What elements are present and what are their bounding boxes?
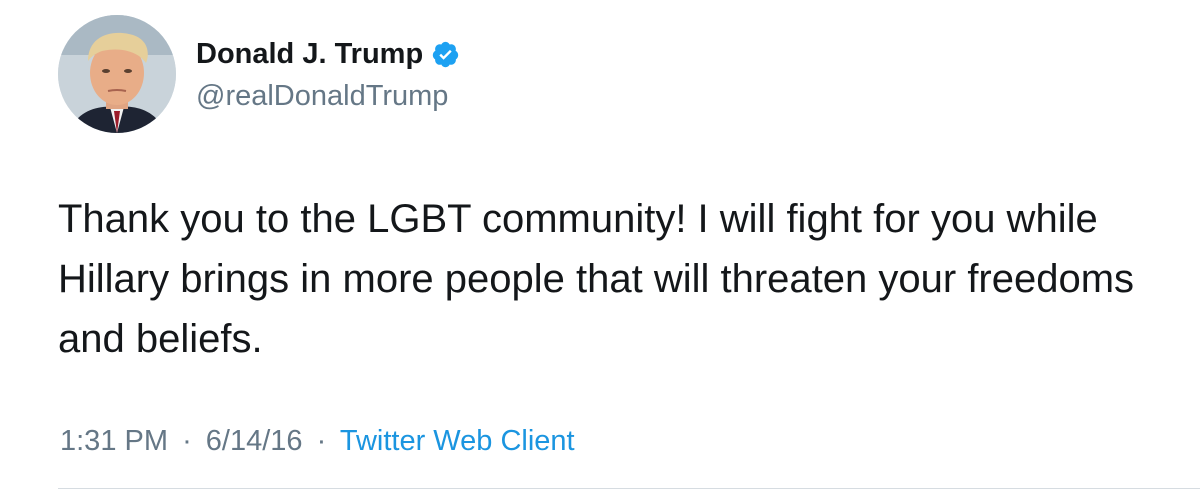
verified-badge-icon — [431, 40, 460, 69]
divider — [58, 488, 1200, 489]
tweet-meta: 1:31 PM · 6/14/16 · Twitter Web Client — [60, 421, 575, 461]
meta-separator: · — [182, 425, 192, 457]
handle[interactable]: @realDonaldTrump — [196, 76, 460, 116]
author-names: Donald J. Trump @realDonaldTrump — [196, 36, 460, 116]
tweet-text: Thank you to the LGBT community! I will … — [58, 197, 1135, 361]
profile-photo-icon — [58, 15, 176, 133]
tweet-date[interactable]: 6/14/16 — [206, 425, 303, 457]
avatar[interactable] — [58, 15, 176, 133]
meta-separator-2: · — [316, 425, 327, 457]
display-name-row: Donald J. Trump — [196, 36, 460, 72]
tweet-card: Donald J. Trump @realDonaldTrump Thank y… — [0, 0, 1200, 496]
tweet-source-link[interactable]: Twitter Web Client — [340, 425, 575, 457]
display-name[interactable]: Donald J. Trump — [196, 36, 423, 72]
tweet-time[interactable]: 1:31 PM — [60, 425, 168, 457]
